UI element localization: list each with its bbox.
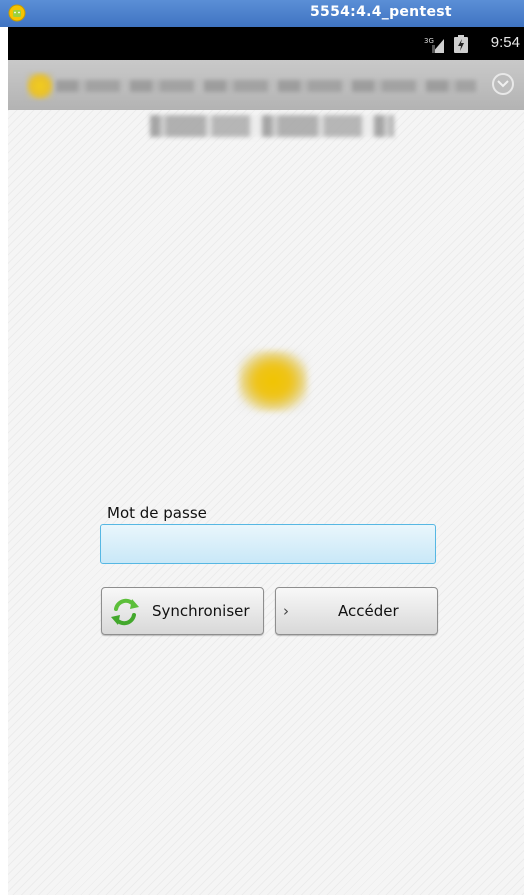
access-button-label: Accéder [338,602,399,620]
sync-icon [111,598,139,626]
app-title-redacted [56,80,476,92]
status-clock: 9:54 [490,34,520,51]
subtitle-redacted [150,115,394,137]
sync-button-label: Synchroniser [152,602,250,620]
login-screen: Mot de passe Synchroniser › Accéder [8,110,524,895]
android-icon [8,4,26,22]
chevron-down-icon [497,80,509,88]
signal-icon: 3G [424,37,444,53]
emulator-title: 5554:4.4_pentest [310,4,452,20]
app-icon[interactable] [26,72,54,100]
access-button[interactable]: › Accéder [275,587,438,635]
sync-button[interactable]: Synchroniser [101,587,264,635]
battery-icon [454,35,468,53]
status-bar: 3G 9:54 [8,27,524,60]
chevron-right-icon: › [283,602,289,620]
password-label: Mot de passe [107,504,207,522]
overflow-menu-button[interactable] [492,73,514,95]
svg-text:3G: 3G [424,37,434,45]
app-logo [238,350,308,412]
password-field[interactable] [100,524,436,564]
action-bar [8,60,524,110]
emulator-title-bar: 5554:4.4_pentest [0,0,524,27]
